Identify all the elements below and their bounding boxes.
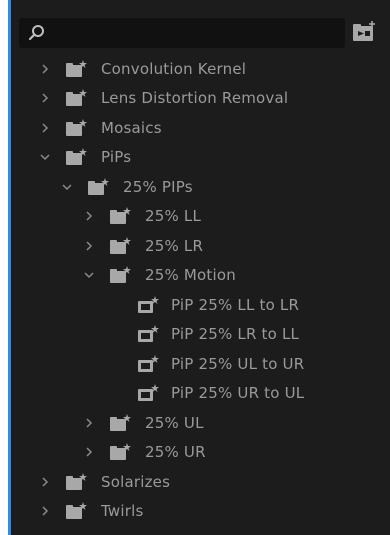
tree-item-label: Lens Distortion Removal (101, 89, 289, 108)
new-bin-icon (353, 21, 375, 41)
tree-item-pip-25-ur-to-ul[interactable]: PiP 25% UR to UL (11, 379, 390, 409)
tree-item-label: Solarizes (101, 472, 171, 491)
chevron-right-icon[interactable] (83, 240, 95, 252)
tree-item-label: Twirls (101, 502, 144, 521)
bin-folder-icon (65, 89, 87, 107)
tree-item-label: 25% LL (145, 207, 202, 226)
bin-folder-icon (109, 266, 131, 284)
effect-preset-icon (137, 354, 159, 373)
effects-panel: Convolution Kernel Lens Distortion Remov… (8, 0, 390, 535)
tree-item-25-ll[interactable]: 25% LL (11, 202, 390, 232)
chevron-right-icon[interactable] (39, 63, 51, 75)
chevron-right-icon[interactable] (83, 446, 95, 458)
bin-folder-icon (109, 207, 131, 225)
tree-item-25-lr[interactable]: 25% LR (11, 231, 390, 261)
bin-folder-icon (109, 236, 131, 255)
chevron-right-icon[interactable] (83, 210, 95, 222)
chevron-right-icon[interactable] (39, 122, 51, 134)
chevron-right-icon[interactable] (83, 417, 95, 429)
chevron-down-icon[interactable] (39, 151, 51, 163)
tree-item-pip-25-ll-to-lr[interactable]: PiP 25% LL to LR (11, 290, 390, 320)
bin-folder-icon (65, 148, 87, 166)
bin-folder-icon (65, 59, 87, 78)
bin-folder-icon (65, 502, 87, 520)
tree-item-convolution-kernel[interactable]: Convolution Kernel (11, 54, 390, 84)
tree-item-mosaics[interactable]: Mosaics (11, 113, 390, 143)
tree-item-label: 25% UR (145, 443, 206, 462)
bin-folder-icon (65, 472, 87, 491)
tree-item-label: PiPs (101, 148, 132, 167)
tree-item-pip-25-ul-to-ur[interactable]: PiP 25% UL to UR (11, 349, 390, 379)
bin-folder-icon (65, 118, 87, 137)
tree-item-25-pips[interactable]: 25% PIPs (11, 172, 390, 202)
tree-item-label: PiP 25% UL to UR (171, 354, 305, 373)
tree-item-lens-distortion-removal[interactable]: Lens Distortion Removal (11, 84, 390, 114)
tree-item-25-ul[interactable]: 25% UL (11, 408, 390, 438)
effect-preset-icon (137, 384, 159, 402)
effect-preset-icon (137, 325, 159, 343)
tree-item-label: 25% PIPs (123, 177, 193, 196)
tree-item-label: PiP 25% LR to LL (171, 325, 300, 344)
tree-item-pips[interactable]: PiPs (11, 143, 390, 173)
bin-folder-icon (109, 443, 131, 461)
chevron-down-icon[interactable] (83, 269, 95, 281)
search-input[interactable] (51, 22, 335, 46)
tree-item-25-ur[interactable]: 25% UR (11, 438, 390, 468)
new-bin-button[interactable] (351, 20, 377, 44)
tree-item-label: 25% Motion (145, 266, 236, 285)
effects-tree: Convolution Kernel Lens Distortion Remov… (11, 54, 390, 526)
effect-preset-icon (137, 295, 159, 314)
chevron-right-icon[interactable] (39, 476, 51, 488)
search-icon[interactable] (27, 23, 47, 43)
tree-item-twirls[interactable]: Twirls (11, 497, 390, 527)
tree-item-label: Mosaics (101, 118, 162, 137)
chevron-down-icon[interactable] (61, 181, 73, 193)
tree-item-label: PiP 25% UR to UL (171, 384, 305, 403)
tree-item-25-motion[interactable]: 25% Motion (11, 261, 390, 291)
chevron-right-icon[interactable] (39, 505, 51, 517)
tree-item-pip-25-lr-to-ll[interactable]: PiP 25% LR to LL (11, 320, 390, 350)
search-bar (19, 18, 345, 48)
tree-item-label: Convolution Kernel (101, 59, 247, 78)
tree-item-label: 25% LR (145, 236, 204, 255)
tree-item-label: PiP 25% LL to LR (171, 295, 300, 314)
bin-folder-icon (87, 177, 109, 196)
bin-folder-icon (109, 413, 131, 432)
tree-item-label: 25% UL (145, 413, 204, 432)
chevron-right-icon[interactable] (39, 92, 51, 104)
tree-item-solarizes[interactable]: Solarizes (11, 467, 390, 497)
